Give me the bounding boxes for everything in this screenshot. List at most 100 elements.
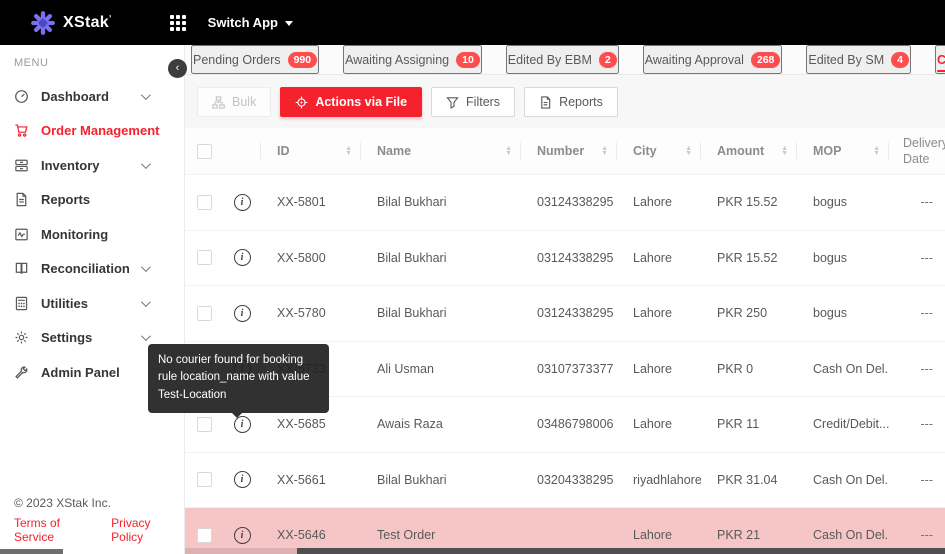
row-checkbox[interactable]: [197, 195, 212, 210]
sidebar-item-label: Settings: [41, 330, 92, 345]
inventory-icon: [14, 157, 30, 173]
filters-button[interactable]: Filters: [431, 87, 515, 117]
monitoring-icon: [14, 226, 30, 242]
sidebar-item-label: Monitoring: [41, 227, 108, 242]
tab-count-badge: 4: [891, 52, 909, 68]
cell-delivery-date: ---: [889, 251, 945, 265]
row-checkbox[interactable]: [197, 472, 212, 487]
status-tab[interactable]: Courier Booking 8: [935, 45, 945, 74]
sort-icon[interactable]: ▲▼: [345, 146, 352, 157]
sort-icon[interactable]: ▲▼: [873, 146, 880, 157]
admin-icon: [14, 364, 30, 380]
cell-name: Bilal Bukhari: [361, 251, 521, 265]
sidebar-footer: © 2023 XStak Inc. Terms of Service Priva…: [14, 496, 184, 544]
sidebar-item-label: Reconciliation: [41, 261, 130, 276]
utilities-icon: [14, 295, 30, 311]
cell-amount: PKR 0: [701, 362, 797, 376]
cell-number: 03107373377: [521, 362, 617, 376]
cell-mop: Credit/Debit...: [797, 417, 889, 431]
table-toolbar: Bulk Actions via File: [185, 75, 945, 128]
table-row[interactable]: i XX-5800 Bilal Bukhari 03124338295 Laho…: [185, 231, 945, 287]
info-icon[interactable]: i: [234, 305, 251, 322]
cell-delivery-date: ---: [889, 195, 945, 209]
cell-number: 03124338295: [521, 195, 617, 209]
status-tab[interactable]: Edited By EBM 2: [506, 45, 619, 74]
table-row[interactable]: i XX-5780 Bilal Bukhari 03124338295 Laho…: [185, 286, 945, 342]
tab-count-badge: 990: [288, 52, 318, 68]
status-tab[interactable]: Edited By SM 4: [806, 45, 911, 74]
sidebar-item[interactable]: Order Management: [0, 114, 184, 149]
column-header-mop: MOP ▲▼: [797, 128, 889, 174]
sort-icon[interactable]: ▲▼: [601, 146, 608, 157]
sidebar-item[interactable]: Dashboard: [0, 79, 184, 114]
cell-number: 03124338295: [521, 251, 617, 265]
column-header-number: Number ▲▼: [521, 128, 617, 174]
filter-funnel-icon: [446, 96, 459, 109]
reports-button[interactable]: Reports: [524, 87, 618, 117]
app-launcher-grid-icon[interactable]: [170, 15, 186, 31]
terms-of-service-link[interactable]: Terms of Service: [14, 516, 101, 544]
tab-label: Awaiting Approval: [645, 53, 744, 67]
table-row[interactable]: i XX-5661 Bilal Bukhari 03204338295 riya…: [185, 453, 945, 509]
row-checkbox[interactable]: [197, 306, 212, 321]
sort-icon[interactable]: ▲▼: [685, 146, 692, 157]
column-header-delivery-date: Delivery Date: [889, 128, 945, 174]
cell-city: Lahore: [617, 528, 701, 542]
brand-logo: XStak: [30, 10, 112, 36]
info-icon[interactable]: i: [234, 249, 251, 266]
bulk-button[interactable]: Bulk: [197, 87, 271, 117]
row-checkbox[interactable]: [197, 250, 212, 265]
status-tab[interactable]: Awaiting Approval 268: [643, 45, 783, 74]
switch-app-button[interactable]: Switch App: [208, 15, 293, 30]
tab-count-badge: 268: [751, 52, 781, 68]
status-tab[interactable]: Pending Orders 990: [191, 45, 319, 74]
sidebar-item[interactable]: Reconciliation: [0, 252, 184, 287]
sort-icon[interactable]: ▲▼: [505, 146, 512, 157]
reports-label: Reports: [559, 95, 603, 109]
privacy-policy-link[interactable]: Privacy Policy: [111, 516, 184, 544]
sidebar-collapse-button[interactable]: ‹: [168, 59, 187, 78]
column-header-id: ID ▲▼: [261, 128, 361, 174]
cell-city: riyadhlahore: [617, 473, 701, 487]
cell-mop: Cash On Del...: [797, 473, 889, 487]
sidebar-item[interactable]: Inventory: [0, 148, 184, 183]
courier-error-tooltip: No courier found for booking rule locati…: [148, 344, 329, 413]
row-checkbox[interactable]: [197, 528, 212, 543]
file-icon: [539, 96, 552, 109]
sort-icon[interactable]: ▲▼: [781, 146, 788, 157]
sidebar-item[interactable]: Utilities: [0, 286, 184, 321]
tab-label: Edited By SM: [808, 53, 884, 67]
chevron-down-icon: [141, 159, 151, 169]
sitemap-icon: [212, 96, 225, 109]
sidebar-item-label: Dashboard: [41, 89, 109, 104]
actions-via-file-button[interactable]: Actions via File: [280, 87, 422, 117]
cell-number: 03486798006: [521, 417, 617, 431]
select-all-checkbox[interactable]: [197, 144, 212, 159]
info-icon[interactable]: i: [234, 471, 251, 488]
horizontal-scrollbar-thumb[interactable]: [297, 548, 945, 554]
cell-name: Test Order: [361, 528, 521, 542]
status-tab[interactable]: Awaiting Assigning 10: [343, 45, 482, 74]
cell-delivery-date: ---: [889, 306, 945, 320]
cell-city: Lahore: [617, 362, 701, 376]
sidebar-item-label: Order Management: [41, 123, 159, 138]
main-panel: Pending Orders 990 Awaiting Assigning 10…: [185, 45, 945, 554]
cell-city: Lahore: [617, 195, 701, 209]
tab-label: Awaiting Assigning: [345, 53, 449, 67]
cell-delivery-date: ---: [889, 362, 945, 376]
chevron-down-icon: [141, 297, 151, 307]
cell-amount: PKR 15.52: [701, 251, 797, 265]
brand-name: XStak: [63, 14, 112, 32]
table-row[interactable]: i XX-5801 Bilal Bukhari 03124338295 Laho…: [185, 175, 945, 231]
info-icon[interactable]: i: [234, 527, 251, 544]
sidebar-item[interactable]: Reports: [0, 183, 184, 218]
info-icon[interactable]: i: [234, 194, 251, 211]
cell-name: Bilal Bukhari: [361, 195, 521, 209]
row-checkbox[interactable]: [197, 417, 212, 432]
chevron-down-icon: [141, 262, 151, 272]
tab-label: Edited By EBM: [508, 53, 592, 67]
cell-id: XX-5685: [261, 417, 361, 431]
sidebar-item[interactable]: Monitoring: [0, 217, 184, 252]
filters-label: Filters: [466, 95, 500, 109]
cell-number: 03124338295: [521, 306, 617, 320]
